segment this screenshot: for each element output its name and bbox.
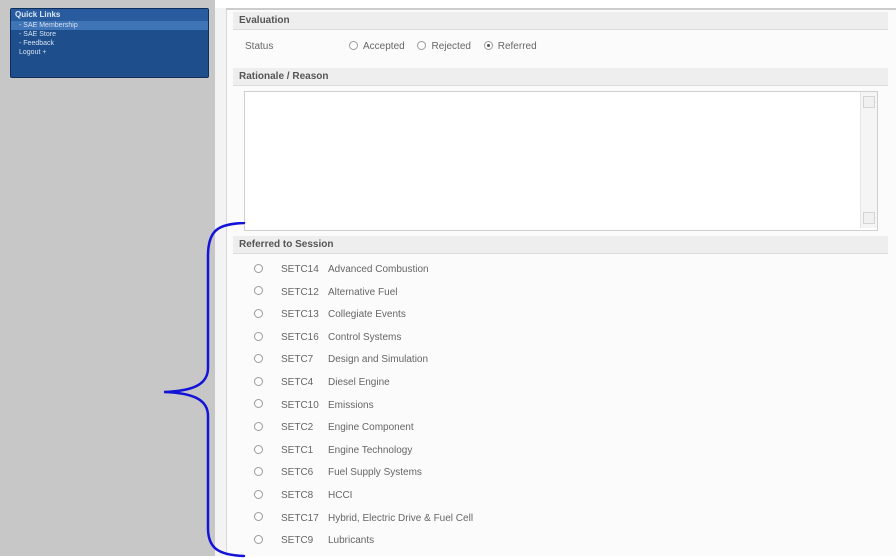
status-radio-group: Accepted Rejected Referred [349,40,547,54]
radio-accepted[interactable] [349,40,358,50]
quick-links-title: Quick Links [11,9,208,21]
session-item[interactable]: SETC10 Emissions [248,395,868,418]
session-list: SETC14 Advanced Combustion SETC12 Alternat… [248,259,868,553]
session-code: SETC2 [281,422,314,434]
session-code: SETC17 [281,512,319,524]
rationale-textarea[interactable] [244,91,878,231]
session-code: SETC14 [281,264,319,275]
session-name: Engine Technology [328,444,413,456]
quick-link-membership[interactable]: - SAE Membership [11,21,208,30]
session-radio[interactable] [254,489,263,499]
session-code: SETC7 [281,354,314,366]
session-code: SETC8 [281,489,314,501]
referred-session-header: Referred to Session [233,236,888,254]
quick-link-store[interactable]: - SAE Store [11,30,208,39]
rationale-header: Rationale / Reason [233,68,888,86]
session-item[interactable]: SETC16 Control Systems [248,327,868,350]
scroll-down-arrow-icon[interactable] [863,212,875,224]
session-name: Hybrid, Electric Drive & Fuel Cell [328,512,474,524]
session-code: SETC6 [281,467,314,479]
session-item[interactable]: SETC17 Hybrid, Electric Drive & Fuel Cell [248,508,868,531]
session-radio[interactable] [254,444,263,454]
session-radio[interactable] [254,286,263,296]
status-option-referred[interactable]: Referred [483,40,537,52]
session-radio[interactable] [254,309,263,319]
quick-link-logout[interactable]: Logout + [11,48,208,57]
status-option-rejected[interactable]: Rejected [417,40,471,52]
session-radio[interactable] [254,331,263,341]
curly-brace-annotation [163,222,246,558]
session-code: SETC10 [281,399,319,411]
session-code: SETC13 [281,309,319,321]
session-item[interactable]: SETC4 Diesel Engine [248,372,868,395]
session-name: Fuel Supply Systems [328,467,422,479]
session-item[interactable]: SETC6 Fuel Supply Systems [248,462,868,485]
session-item[interactable]: SETC12 Alternative Fuel [248,282,868,305]
quick-link-feedback[interactable]: - Feedback [11,39,208,48]
textarea-scrollbar[interactable] [860,92,877,228]
session-name: HCCI [328,489,353,501]
session-radio[interactable] [254,376,263,386]
session-name: Emissions [328,399,374,411]
session-name: Diesel Engine [328,376,390,388]
session-name: Advanced Combustion [328,264,429,275]
session-radio[interactable] [254,422,263,432]
status-label: Status [245,41,274,52]
session-name: Control Systems [328,331,402,343]
radio-rejected[interactable] [417,40,427,50]
session-item[interactable]: SETC8 HCCI [248,485,868,508]
scroll-up-arrow-icon[interactable] [863,96,875,108]
session-radio[interactable] [254,354,263,364]
session-name: Engine Component [328,422,414,434]
radio-referred[interactable] [483,40,493,50]
session-radio[interactable] [254,467,263,477]
session-item[interactable]: SETC7 Design and Simulation [248,349,868,372]
session-radio[interactable] [254,263,263,273]
session-radio[interactable] [254,534,263,544]
top-divider [226,8,896,10]
session-item[interactable]: SETC2 Engine Component [248,417,868,440]
session-name: Alternative Fuel [328,286,398,298]
session-name: Lubricants [328,535,375,547]
session-code: SETC9 [281,535,314,547]
quick-links-panel: Quick Links - SAE Membership - SAE Store… [10,8,209,78]
session-item[interactable]: SETC13 Collegiate Events [248,304,868,327]
session-item[interactable]: SETC9 Lubricants [248,530,868,553]
session-code: SETC1 [281,444,314,456]
evaluation-header: Evaluation [233,12,888,30]
session-radio[interactable] [254,399,263,409]
session-code: SETC4 [281,376,314,388]
session-code: SETC16 [281,331,319,343]
curly-brace-path [163,222,246,558]
session-name: Design and Simulation [328,354,429,366]
status-option-accepted[interactable]: Accepted [349,40,405,52]
session-item[interactable]: SETC1 Engine Technology [248,440,868,463]
session-radio[interactable] [254,512,263,522]
session-code: SETC12 [281,286,319,298]
session-name: Collegiate Events [328,309,406,321]
session-item[interactable]: SETC14 Advanced Combustion [248,259,868,282]
